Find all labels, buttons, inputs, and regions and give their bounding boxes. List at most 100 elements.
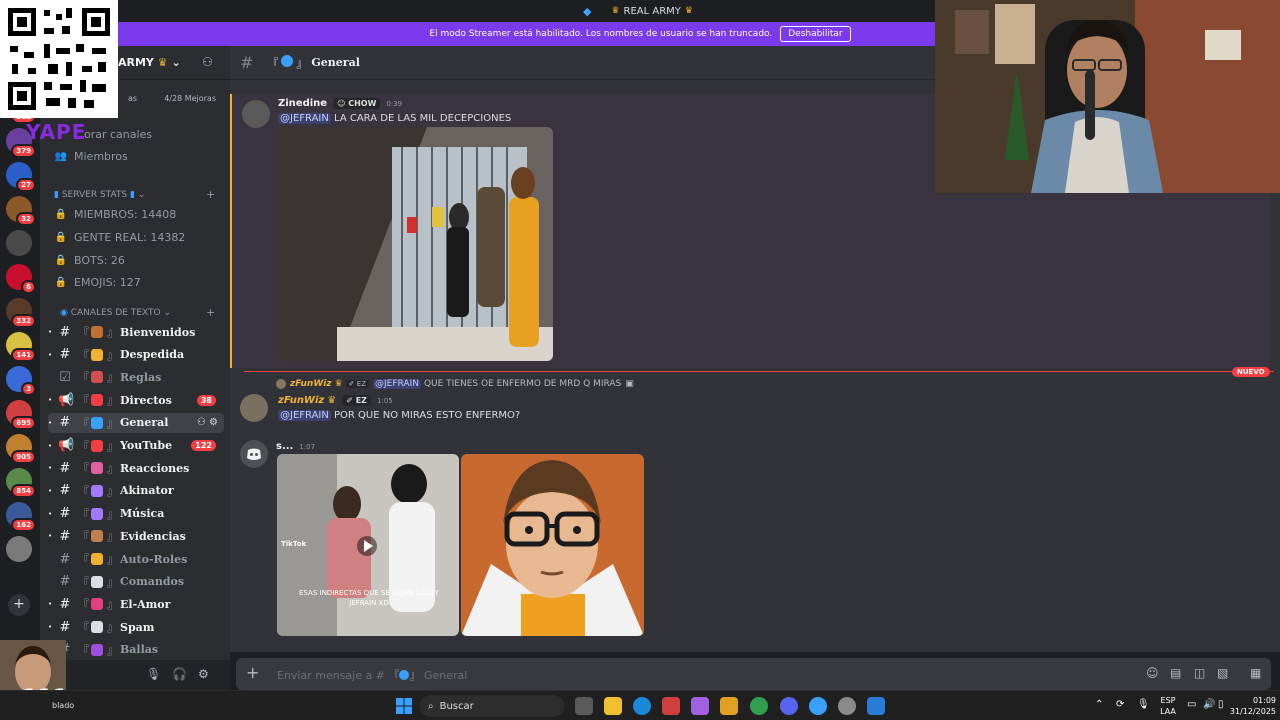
image-attachment[interactable] — [277, 127, 553, 361]
app-icon[interactable] — [662, 697, 680, 715]
channel-item[interactable]: • 📢 『 』 YouTube 122 — [48, 436, 224, 456]
server-icon[interactable]: 905 — [6, 434, 36, 464]
chrome-icon[interactable] — [750, 697, 768, 715]
language-indicator[interactable]: ESP LAA — [1158, 695, 1178, 717]
server-icon[interactable]: 854 — [6, 468, 36, 498]
author-name[interactable]: Zinedine — [278, 98, 327, 109]
stat-label: GENTE REAL: 14382 — [74, 231, 186, 244]
channel-item[interactable]: • # 『 』 General ⚇ ⚙ — [48, 412, 224, 433]
stat-label: EMOJIS: 127 — [74, 276, 141, 289]
invite-icon[interactable]: ⚇ — [202, 55, 213, 69]
server-icon[interactable]: 162 — [6, 502, 36, 532]
lock-icon: 🔒 — [54, 232, 68, 243]
message-text: @JEFRAIN LA CARA DE LAS MIL DECEPCIONES — [278, 113, 511, 124]
channel-item[interactable]: # 『 』 Auto-Roles — [48, 549, 224, 569]
channel-item[interactable]: #『』Ballas — [48, 640, 224, 660]
disable-streamer-button[interactable]: Deshabilitar — [780, 26, 851, 42]
server-icon[interactable]: 6 — [6, 264, 36, 294]
sticker-icon[interactable]: ◫ — [1194, 666, 1205, 680]
channel-item[interactable]: • # 『 』 Reacciones — [48, 458, 224, 478]
add-attachment-button[interactable]: + — [246, 663, 259, 682]
app-icon[interactable] — [720, 697, 738, 715]
add-server-button[interactable]: + — [8, 594, 30, 616]
bracket-decoration: 『 — [78, 621, 89, 635]
channel-item[interactable]: • 📢 『 』 Directos 38 — [48, 390, 224, 410]
message-header: zFunWiz ♛ ✐ EZ 1:05 — [278, 395, 393, 406]
channel-item[interactable]: • # 『 』 Despedida — [48, 345, 224, 365]
server-icon[interactable]: 141 — [6, 332, 36, 362]
bracket-decoration: 『 — [78, 575, 89, 589]
channel-item[interactable]: • # 『 』 Akinator — [48, 481, 224, 501]
server-icon[interactable] — [6, 230, 32, 256]
category-text-channels[interactable]: ◉ CANALES DE TEXTO ⌄ + — [60, 306, 215, 319]
server-icon[interactable]: 695 — [6, 400, 36, 430]
browse-channels[interactable]: orar canales — [84, 128, 152, 141]
task-view-icon[interactable] — [575, 697, 593, 715]
category-server-stats[interactable]: ▮ SERVER STATS ▮ ⌄ + — [54, 188, 215, 201]
bracket-decoration: 』 — [107, 439, 118, 453]
clock[interactable]: 01:09 31/12/2025 — [1224, 695, 1276, 717]
taskbar-search[interactable]: ⌕ Buscar — [420, 695, 564, 717]
sync-icon[interactable]: ⟳ — [1116, 699, 1124, 710]
microphone-icon[interactable]: 🎙 — [1137, 699, 1150, 710]
chevron-up-icon[interactable]: ⌃ — [1095, 699, 1103, 710]
gif-icon[interactable]: ▤ — [1170, 666, 1181, 680]
channel-item[interactable]: • # 『 』 Spam — [48, 617, 224, 637]
add-channel-icon[interactable]: + — [206, 306, 215, 319]
window-title: REAL ARMY — [623, 5, 681, 17]
reply-preview[interactable]: zFunWiz ♛ ✐ EZ @JEFRAIN QUE TIENES OE EN… — [276, 379, 634, 389]
user-mention[interactable]: @JEFRAIN — [372, 379, 421, 389]
headphones-icon[interactable]: 🎧 — [172, 667, 187, 681]
edge-browser-icon[interactable] — [633, 697, 651, 715]
bracket-decoration: 』 — [107, 621, 118, 635]
members-item[interactable]: 👥 Miembros — [54, 150, 128, 163]
channel-emoji-icon — [91, 530, 103, 543]
emoji-picker-icon[interactable]: ☺ — [1146, 666, 1159, 680]
stat-channel[interactable]: 🔒 GENTE REAL: 14382 — [54, 231, 186, 244]
stat-channel[interactable]: 🔒 BOTS: 26 — [54, 254, 125, 267]
image-icon[interactable]: ▧ — [1217, 666, 1228, 680]
channel-item[interactable]: • # 『 』 Música — [48, 504, 224, 524]
channel-item[interactable]: ☑ 『 』 Reglas — [48, 367, 224, 387]
copilot-icon[interactable] — [691, 697, 709, 715]
server-icon[interactable]: 32 — [6, 196, 36, 226]
user-mention[interactable]: @JEFRAIN — [278, 410, 331, 421]
volume-icon[interactable]: 🔊 — [1203, 699, 1215, 710]
add-channel-icon[interactable]: + — [206, 188, 215, 201]
battery-icon[interactable]: ▯ — [1218, 699, 1224, 710]
server-icon[interactable]: 332 — [6, 298, 36, 328]
bracket-decoration: 』 — [107, 643, 118, 657]
network-icon[interactable]: ▭ — [1187, 699, 1196, 710]
stat-channel[interactable]: 🔒 MIEMBROS: 14408 — [54, 208, 176, 221]
avatar[interactable] — [240, 394, 268, 422]
channel-settings-gear-icon[interactable]: ⚇ ⚙ — [197, 417, 218, 428]
file-explorer-icon[interactable] — [604, 697, 622, 715]
server-icon[interactable]: 3 — [6, 366, 36, 396]
channel-item[interactable]: • # 『 』 Bienvenidos — [48, 322, 224, 342]
channel-item[interactable]: • # 『 』 Evidencias — [48, 526, 224, 546]
user-mention[interactable]: @JEFRAIN — [278, 113, 331, 124]
channel-item[interactable]: • # 『 』 El-Amor — [48, 594, 224, 614]
server-icon[interactable] — [6, 536, 32, 562]
video-attachment[interactable]: TikTok ESAS INDIRECTAS QUE SE DEJAN LADE… — [277, 454, 459, 636]
author-name[interactable]: zFunWiz — [278, 395, 324, 406]
windows-start-icon[interactable] — [395, 697, 413, 715]
message-composer[interactable]: + Enviar mensaje a # 『』 General ☺ ▤ ◫ ▧ … — [236, 658, 1271, 690]
boost-progress[interactable]: as 4/28 Mejoras — [128, 94, 228, 103]
microphone-icon[interactable]: 🎙 — [146, 667, 161, 681]
author-name[interactable]: s... — [276, 441, 293, 452]
discord-avatar[interactable] — [240, 440, 268, 468]
members-icon: 👥 — [54, 151, 68, 162]
channel-type-icon: 📢 — [58, 392, 75, 408]
stat-channel[interactable]: 🔒 EMOJIS: 127 — [54, 276, 141, 289]
avatar[interactable] — [242, 100, 270, 128]
discord-taskbar-icon[interactable] — [780, 697, 798, 715]
image-attachment[interactable] — [461, 454, 644, 636]
app-icon[interactable] — [838, 697, 856, 715]
app-icon[interactable] — [867, 697, 885, 715]
channel-item[interactable]: # 『 』 Comandos — [48, 572, 224, 592]
server-icon[interactable]: 27 — [6, 162, 36, 192]
app-icon[interactable] — [809, 697, 827, 715]
settings-gear-icon[interactable]: ⚙ — [198, 667, 209, 681]
apps-icon[interactable]: ▦ — [1250, 666, 1261, 680]
